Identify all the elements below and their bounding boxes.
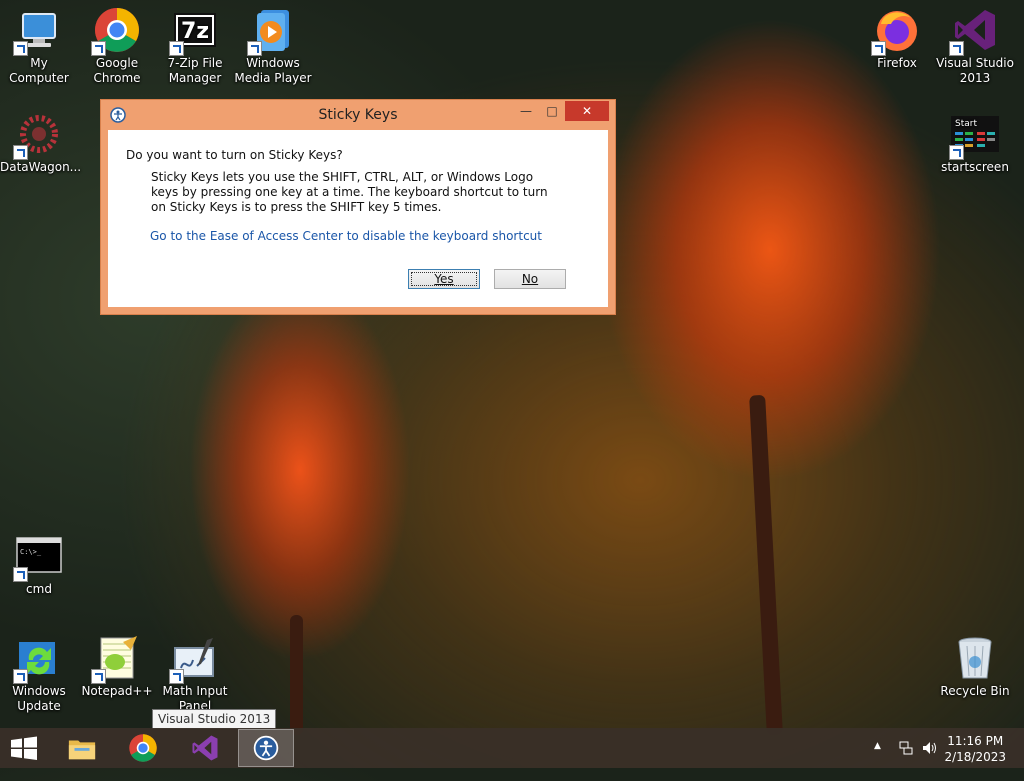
- desktop-icon-label: startscreen: [941, 160, 1009, 174]
- datawagon-icon: [13, 110, 63, 160]
- desktop-icon-label: My Computer: [9, 56, 69, 85]
- taskbar-clock[interactable]: 11:16 PM 2/18/2023: [944, 733, 1006, 765]
- desktop-icon-cmd[interactable]: C:\>_ cmd: [0, 526, 78, 597]
- tray-overflow-icon[interactable]: ▲: [874, 741, 881, 781]
- desktop-icon-label: Windows Update: [12, 684, 66, 713]
- desktop-icon-startscreen[interactable]: Start startscreen: [936, 104, 1014, 175]
- desktop-icon-firefox[interactable]: Firefox: [858, 0, 936, 71]
- clock-date: 2/18/2023: [944, 750, 1006, 764]
- ease-of-access-icon: [253, 735, 279, 761]
- dialog-content: Do you want to turn on Sticky Keys? Stic…: [108, 130, 608, 307]
- desktop-icon-label: 7-Zip File Manager: [167, 56, 223, 85]
- chrome-icon: [129, 734, 157, 762]
- startscreen-icon-text: Start: [955, 119, 977, 129]
- file-explorer-icon: [68, 740, 96, 760]
- desktop-icon-label: Notepad++: [81, 684, 153, 698]
- chrome-icon: [91, 6, 141, 56]
- desktop-icon-label: Visual Studio 2013: [936, 56, 1014, 85]
- network-icon[interactable]: [898, 740, 914, 780]
- cmd-icon: C:\>_: [13, 532, 63, 582]
- taskbar-tooltip: Visual Studio 2013: [152, 709, 277, 729]
- visual-studio-icon: [949, 6, 999, 56]
- cmd-icon-text: C:\>_: [20, 548, 42, 556]
- desktop-icon-google-chrome[interactable]: Google Chrome: [78, 0, 156, 86]
- clock-time: 11:16 PM: [947, 734, 1004, 748]
- taskbar-ease-of-access[interactable]: [238, 729, 294, 767]
- taskbar-visual-studio[interactable]: [177, 729, 233, 767]
- desktop-icon-label: DataWagon...: [0, 160, 82, 174]
- desktop-icon-visual-studio[interactable]: Visual Studio 2013: [936, 0, 1014, 86]
- desktop-icon-label: cmd: [26, 582, 52, 596]
- desktop-icon-label: Firefox: [877, 56, 917, 70]
- 7zip-icon: 7z: [169, 6, 219, 56]
- svg-text:7z: 7z: [181, 19, 209, 44]
- desktop-icon-label: Recycle Bin: [940, 684, 1010, 698]
- volume-icon[interactable]: [921, 740, 937, 780]
- startscreen-icon: Start: [949, 110, 999, 160]
- desktop-icon-7zip[interactable]: 7z 7-Zip File Manager: [156, 0, 234, 86]
- taskbar-file-explorer[interactable]: [54, 729, 110, 767]
- minimize-button[interactable]: —: [513, 101, 539, 121]
- visual-studio-icon: [192, 735, 218, 761]
- dialog-titlebar[interactable]: Sticky Keys — □ ✕: [101, 100, 615, 130]
- desktop-icon-label: Google Chrome: [93, 56, 141, 85]
- desktop-icon-datawagon[interactable]: DataWagon...: [0, 104, 82, 175]
- maximize-button[interactable]: □: [539, 101, 565, 121]
- desktop-icon-windows-update[interactable]: Windows Update: [0, 628, 78, 714]
- ease-of-access-link[interactable]: Go to the Ease of Access Center to disab…: [150, 229, 542, 243]
- wallpaper-stem-right: [749, 394, 783, 736]
- firefox-icon: [871, 6, 921, 56]
- windows-logo-icon: [11, 736, 37, 760]
- close-button[interactable]: ✕: [565, 101, 609, 121]
- math-input-icon: [169, 634, 219, 684]
- computer-icon: [13, 6, 63, 56]
- taskbar-chrome[interactable]: [115, 729, 171, 767]
- desktop-icon-my-computer[interactable]: My Computer: [0, 0, 78, 86]
- media-player-icon: [247, 6, 297, 56]
- desktop-icon-math-input[interactable]: Math Input Panel: [156, 628, 234, 714]
- windows-update-icon: [13, 634, 63, 684]
- start-button[interactable]: [0, 728, 48, 768]
- recycle-bin-icon: [951, 634, 999, 682]
- wallpaper-stem-left: [290, 615, 303, 735]
- desktop-icon-recycle-bin[interactable]: Recycle Bin: [936, 628, 1014, 699]
- taskbar: ▲ 11:16 PM 2/18/2023: [0, 728, 1024, 768]
- desktop-icon-notepad-pp[interactable]: Notepad++: [78, 628, 156, 699]
- desktop-icon-label: Windows Media Player: [234, 56, 312, 85]
- dialog-question: Do you want to turn on Sticky Keys?: [126, 148, 343, 162]
- no-button[interactable]: No: [494, 269, 566, 289]
- notepadpp-icon: [91, 634, 141, 684]
- yes-button[interactable]: Yes: [408, 269, 480, 289]
- sticky-keys-dialog: Sticky Keys — □ ✕ Do you want to turn on…: [100, 99, 616, 315]
- dialog-description: Sticky Keys lets you use the SHIFT, CTRL…: [151, 170, 548, 214]
- desktop-icon-windows-media-player[interactable]: Windows Media Player: [234, 0, 312, 86]
